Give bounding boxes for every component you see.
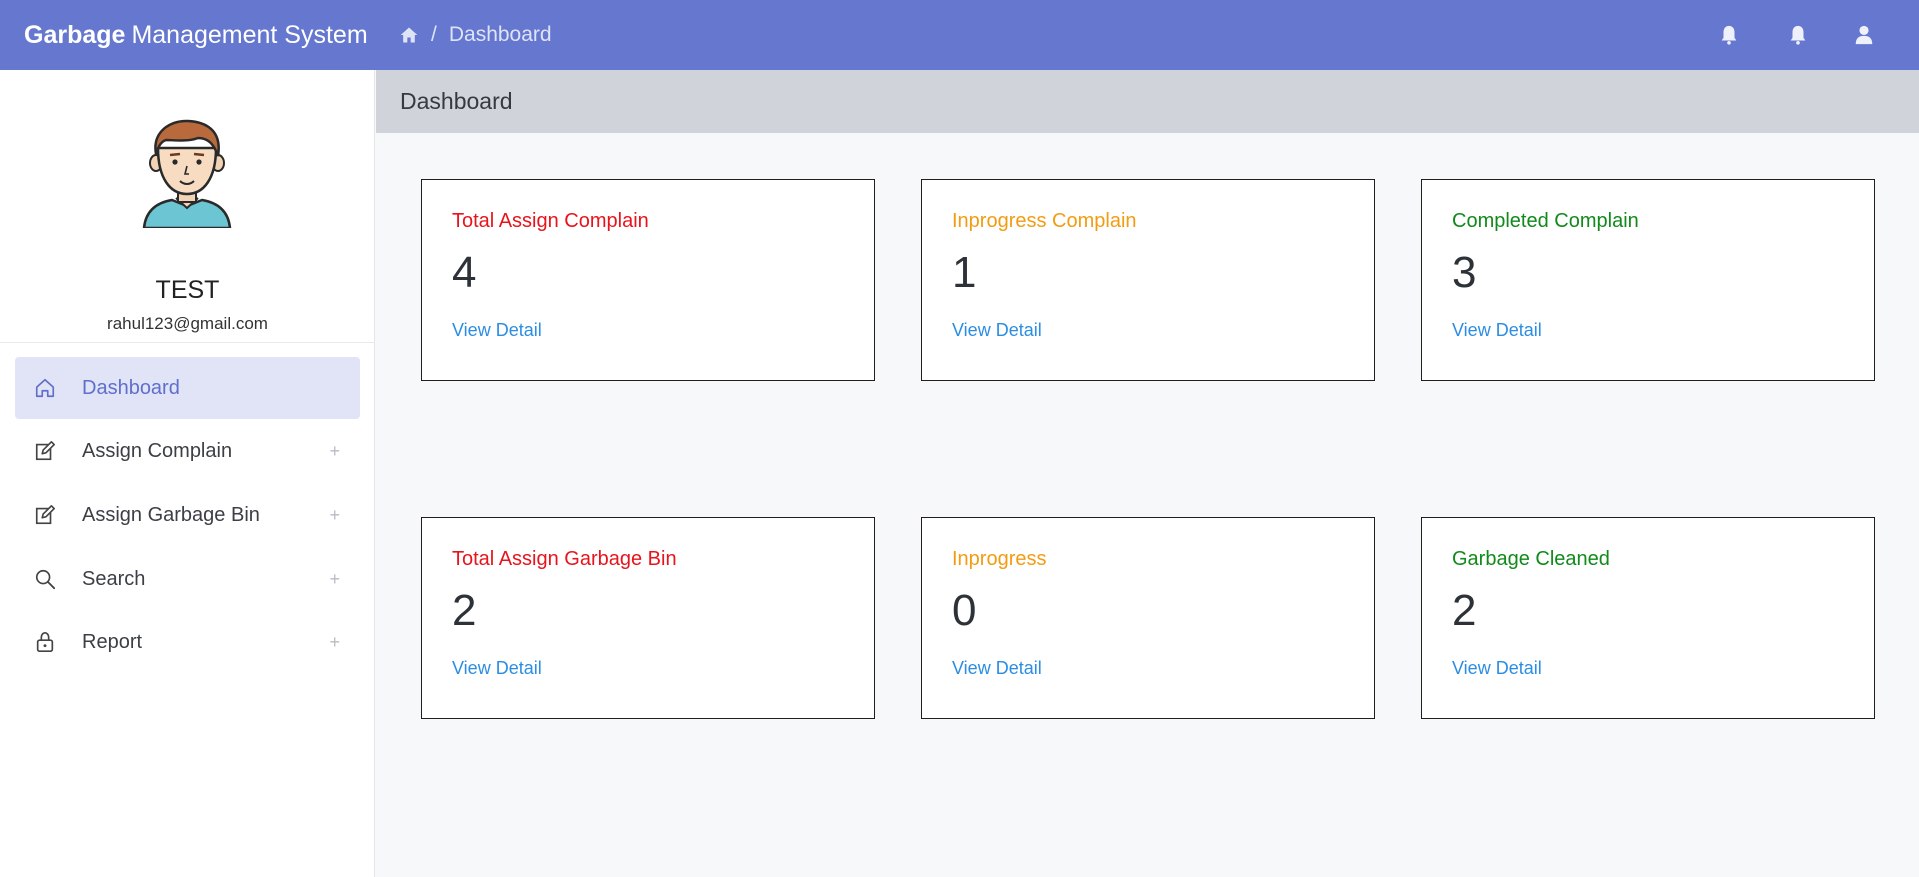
brand-rest: Management System — [131, 20, 368, 49]
sidebar-divider — [0, 342, 375, 343]
edit-icon — [35, 441, 55, 461]
user-avatar[interactable] — [142, 118, 232, 228]
bell-icon[interactable] — [1718, 24, 1740, 46]
page-header: Dashboard — [376, 70, 1919, 133]
breadcrumb: / Dashboard — [399, 0, 552, 70]
expand-plus-icon[interactable]: + — [329, 569, 340, 590]
stat-card-total-assign-garbage-bin: Total Assign Garbage Bin 2 View Detail — [421, 517, 875, 719]
view-detail-link[interactable]: View Detail — [452, 320, 542, 341]
edit-icon — [35, 505, 55, 525]
sidebar: TEST rahul123@gmail.com Dashboard Assign… — [0, 70, 375, 877]
user-name: TEST — [155, 276, 220, 304]
lock-icon — [36, 632, 54, 652]
stat-card-inprogress-complain: Inprogress Complain 1 View Detail — [921, 179, 1375, 381]
card-title: Total Assign Garbage Bin — [452, 548, 677, 570]
sidebar-item-search[interactable]: Search + — [15, 548, 360, 610]
card-title: Completed Complain — [1452, 210, 1639, 232]
card-title: Total Assign Complain — [452, 210, 649, 232]
sidebar-item-assign-garbage-bin[interactable]: Assign Garbage Bin + — [15, 484, 360, 546]
breadcrumb-current: Dashboard — [448, 23, 552, 46]
expand-plus-icon[interactable]: + — [329, 632, 340, 653]
stat-card-inprogress: Inprogress 0 View Detail — [921, 517, 1375, 719]
card-value: 3 — [1452, 248, 1477, 297]
view-detail-link[interactable]: View Detail — [1452, 320, 1542, 341]
card-title: Garbage Cleaned — [1452, 548, 1610, 570]
card-value: 2 — [452, 586, 477, 635]
card-title: Inprogress — [952, 548, 1047, 570]
app-brand[interactable]: Garbage Management System — [24, 0, 368, 70]
expand-plus-icon[interactable]: + — [329, 505, 340, 526]
card-value: 4 — [452, 248, 477, 297]
stat-card-completed-complain: Completed Complain 3 View Detail — [1421, 179, 1875, 381]
card-value: 2 — [1452, 586, 1477, 635]
view-detail-link[interactable]: View Detail — [452, 658, 542, 679]
top-navbar: Garbage Management System / Dashboard — [0, 0, 1919, 70]
sidebar-item-label: Dashboard — [82, 376, 180, 399]
search-icon — [35, 569, 56, 590]
page-title: Dashboard — [400, 88, 513, 114]
user-icon[interactable] — [1853, 24, 1875, 46]
sidebar-item-assign-complain[interactable]: Assign Complain + — [15, 420, 360, 482]
sidebar-item-label: Search — [82, 567, 146, 590]
breadcrumb-separator: / — [431, 23, 437, 46]
card-title: Inprogress Complain — [952, 210, 1137, 232]
sidebar-item-dashboard[interactable]: Dashboard — [15, 357, 360, 419]
card-value: 0 — [952, 586, 977, 635]
stat-card-garbage-cleaned: Garbage Cleaned 2 View Detail — [1421, 517, 1875, 719]
expand-plus-icon[interactable]: + — [329, 441, 340, 462]
view-detail-link[interactable]: View Detail — [952, 658, 1042, 679]
home-icon[interactable] — [399, 25, 419, 45]
card-value: 1 — [952, 248, 977, 297]
sidebar-item-report[interactable]: Report + — [15, 611, 360, 673]
view-detail-link[interactable]: View Detail — [1452, 658, 1542, 679]
user-email: rahul123@gmail.com — [107, 314, 268, 333]
home-icon — [35, 378, 55, 398]
brand-bold: Garbage — [24, 20, 126, 49]
view-detail-link[interactable]: View Detail — [952, 320, 1042, 341]
sidebar-item-label: Assign Garbage Bin — [82, 503, 260, 526]
sidebar-item-label: Assign Complain — [82, 439, 233, 462]
stat-card-total-assign-complain: Total Assign Complain 4 View Detail — [421, 179, 875, 381]
bell-icon[interactable] — [1787, 24, 1809, 46]
sidebar-item-label: Report — [82, 630, 143, 653]
